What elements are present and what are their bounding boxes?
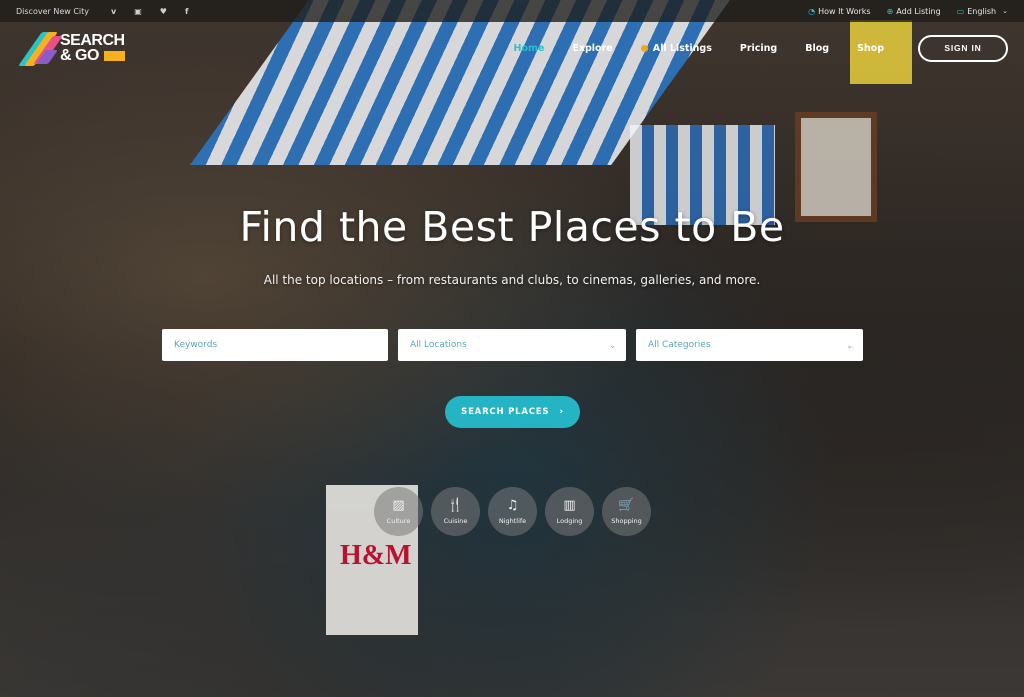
- nav-blog[interactable]: Blog: [805, 43, 829, 54]
- how-it-works-link[interactable]: ◔ How It Works: [808, 7, 870, 16]
- vimeo-icon[interactable]: v: [111, 7, 116, 16]
- category-shopping[interactable]: 🛒 Shopping: [602, 487, 651, 536]
- category-nightlife[interactable]: ♫ Nightlife: [488, 487, 537, 536]
- hero-subtitle: All the top locations – from restaurants…: [263, 273, 761, 287]
- category-cuisine[interactable]: 🍴 Cuisine: [431, 487, 480, 536]
- add-listing-link[interactable]: ⊕ Add Listing: [887, 7, 941, 16]
- how-it-works-label: How It Works: [818, 6, 871, 16]
- location-value: All Locations: [410, 340, 467, 350]
- top-bar: Discover New City v ▣ ♥ f ◔ How It Works…: [0, 0, 1024, 22]
- category-lodging[interactable]: ▥ Lodging: [545, 487, 594, 536]
- dot-icon: [640, 44, 648, 52]
- bag-logo: H&M: [340, 540, 412, 571]
- music-note-icon: ♫: [506, 497, 519, 513]
- chevron-down-icon: ⌄: [609, 340, 616, 350]
- nav-home[interactable]: Home: [514, 43, 545, 54]
- category-label: Shopping: [611, 516, 642, 525]
- category-shortcuts: ▨ Culture 🍴 Cuisine ♫ Nightlife ▥ Lodgin…: [374, 487, 659, 536]
- twitter-icon[interactable]: ♥: [160, 7, 167, 16]
- logo-text: SEARCH & GO: [60, 32, 125, 64]
- clock-icon: ◔: [808, 6, 816, 16]
- language-label: English: [967, 6, 997, 16]
- search-form: All Locations ⌄ All Categories ⌄: [162, 329, 863, 361]
- nav-all-listings[interactable]: All Listings: [640, 42, 712, 54]
- tagline: Discover New City: [16, 6, 90, 16]
- category-label: Cuisine: [443, 516, 468, 525]
- category-culture[interactable]: ▨ Culture: [374, 487, 423, 536]
- language-selector[interactable]: ▭ English ⌄: [957, 7, 1008, 16]
- building-icon: ▥: [563, 497, 576, 513]
- logo[interactable]: SEARCH & GO: [16, 30, 125, 66]
- search-places-button[interactable]: SEARCH PLACES ›: [445, 396, 580, 428]
- cart-icon: 🛒: [618, 497, 635, 513]
- nav-all-listings-label: All Listings: [652, 42, 712, 54]
- main-nav: Home Explore All Listings Pricing Blog S…: [486, 34, 1008, 62]
- logo-mark-icon: [16, 30, 63, 66]
- category-label: Nightlife: [498, 516, 527, 525]
- logo-line-2: & GO: [60, 47, 99, 64]
- logo-line-1: SEARCH: [60, 32, 125, 49]
- nav-explore[interactable]: Explore: [572, 43, 612, 54]
- nav-pricing[interactable]: Pricing: [740, 43, 777, 54]
- main-header: SEARCH & GO Home Explore All Listings Pr…: [0, 22, 1024, 74]
- location-select[interactable]: All Locations ⌄: [398, 329, 626, 361]
- fork-knife-icon: 🍴: [447, 497, 464, 513]
- keywords-field[interactable]: [162, 329, 388, 361]
- flag-icon: ▭: [956, 6, 965, 16]
- keywords-input[interactable]: [174, 340, 378, 350]
- chevron-down-icon: ⌄: [846, 340, 853, 350]
- plus-circle-icon: ⊕: [886, 6, 894, 16]
- instagram-icon[interactable]: ▣: [134, 7, 142, 16]
- category-value: All Categories: [648, 340, 711, 350]
- category-label: Lodging: [556, 516, 583, 525]
- logo-bar: [103, 50, 125, 61]
- add-listing-label: Add Listing: [896, 6, 941, 16]
- search-places-label: SEARCH PLACES: [461, 407, 550, 417]
- hero-title: Find the Best Places to Be: [239, 203, 785, 251]
- facebook-icon[interactable]: f: [185, 7, 188, 16]
- picture-icon: ▨: [392, 497, 405, 513]
- chevron-right-icon: ›: [559, 407, 564, 417]
- category-label: Culture: [386, 516, 411, 525]
- sign-in-button[interactable]: SIGN IN: [918, 34, 1008, 62]
- chevron-down-icon: ⌄: [1002, 7, 1008, 15]
- category-select[interactable]: All Categories ⌄: [636, 329, 863, 361]
- nav-shop[interactable]: Shop: [857, 43, 884, 54]
